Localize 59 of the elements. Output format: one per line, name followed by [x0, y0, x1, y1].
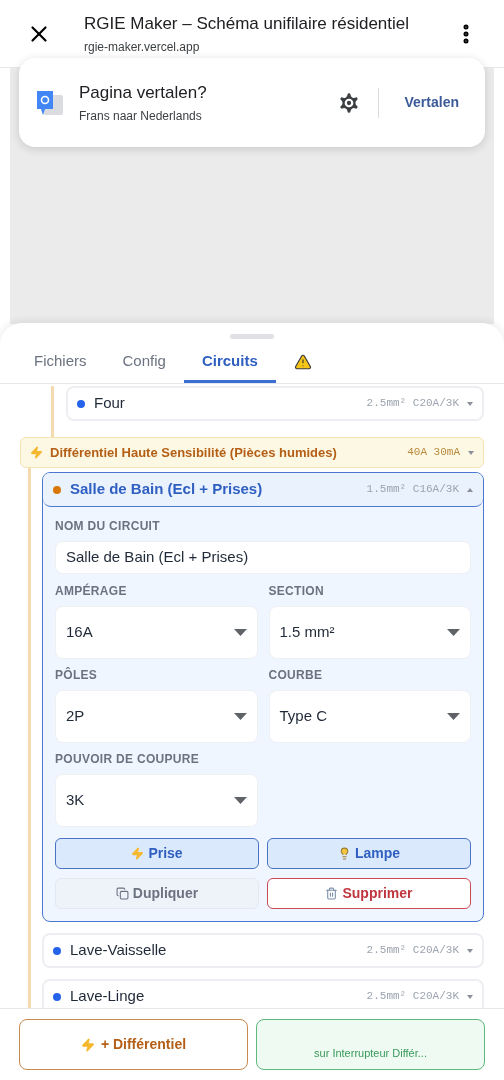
field-label: POUVOIR DE COUPURE [55, 751, 201, 768]
expand-caret-icon [467, 994, 473, 999]
dropdown-arrow-icon [233, 713, 247, 720]
circuit-name: Salle de Bain (Ecl + Prises) [70, 479, 263, 500]
page-title: RGIE Maker – Schéma unifilaire résidentiel [84, 12, 411, 35]
field-label: SECTION [268, 583, 325, 600]
differential-rating: 40A 30mA [407, 445, 460, 461]
circuit-row[interactable]: Four 2.5mm² C20A/3K [66, 386, 484, 421]
action-button[interactable]: Prise [55, 838, 259, 869]
select-field[interactable]: 2P [55, 690, 258, 743]
circuit-row[interactable]: Lave-Vaisselle 2.5mm² C20A/3K [42, 933, 484, 968]
translate-icon [35, 88, 63, 117]
collapse-caret-icon [467, 487, 473, 492]
circuit-specs: 2.5mm² C20A/3K [366, 396, 459, 412]
differential-name: Différentiel Haute Sensibilité (Pièces humides) [50, 443, 337, 462]
trash-icon [325, 887, 339, 900]
expand-caret-icon [467, 948, 473, 953]
select-field[interactable]: 1.5 mm² [268, 606, 471, 659]
circuit-specs: 1.5mm² C16A/3K [366, 482, 459, 498]
select-field[interactable]: 3K [55, 774, 258, 827]
duplicate-icon [115, 887, 129, 900]
lightning-icon [131, 847, 145, 860]
field-label: NOM DU CIRCUIT [55, 518, 161, 535]
expand-caret-icon [468, 450, 474, 455]
add-switch-button[interactable]: sur Interrupteur Différ... [256, 1019, 485, 1070]
dropdown-arrow-icon [233, 797, 247, 804]
dropdown-arrow-icon [447, 629, 460, 636]
dropdown-arrow-icon [233, 629, 247, 636]
tab[interactable]: Circuits [183, 343, 276, 383]
circuit-name: Lave-Linge [70, 986, 145, 1007]
expand-caret-icon [467, 401, 473, 406]
circuit-specs: 2.5mm² C20A/3K [366, 989, 459, 1005]
page-url: rgie-maker.vercel.app [84, 39, 201, 57]
action-button[interactable]: Dupliquer [55, 878, 259, 909]
field-label: COURBE [268, 667, 324, 684]
lightning-icon [80, 1037, 95, 1052]
translate-subtitle: Frans naar Nederlands [79, 108, 203, 126]
select-field[interactable]: Type C [268, 690, 471, 743]
circuit-card[interactable]: Salle de Bain (Ecl + Prises) 1.5mm² C16A/3K NOM DU CIRCUIT Salle de Bain (Ecl + Prises) AMPÉRAGE 16A SECTION 1.5 mm² PÔLES 2P COURBE Type C POUVOIR DE COUPURE 3K Prise Lampe Dupliquer Supprimer [42, 472, 484, 922]
field-label: AMPÉRAGE [55, 582, 128, 600]
select-field[interactable]: 16A [55, 606, 258, 659]
circuit-row[interactable]: Lave-Linge 2.5mm² C20A/3K [42, 979, 484, 1008]
tab[interactable]: Config [104, 343, 184, 383]
drag-handle[interactable] [230, 334, 274, 339]
warning-icon [293, 352, 312, 371]
translate-title: Pagina vertalen? [79, 81, 208, 104]
circuit-name: Lave-Vaisselle [70, 940, 167, 961]
action-button[interactable]: Supprimer [267, 878, 471, 909]
lightning-icon [30, 446, 43, 459]
circuit-specs: 2.5mm² C20A/3K [366, 943, 459, 959]
tab[interactable]: Fichiers [16, 343, 105, 383]
differential-header[interactable]: Différentiel Haute Sensibilité (Pièces humides) 40A 30mA [20, 437, 484, 468]
name-input[interactable]: Salle de Bain (Ecl + Prises) [55, 541, 471, 574]
add-differential-button[interactable]: + Différentiel [19, 1019, 248, 1070]
circuit-name: Four [94, 393, 125, 414]
translate-button[interactable]: Vertalen [394, 86, 469, 119]
action-button[interactable]: Lampe [267, 838, 471, 869]
field-label: PÔLES [55, 666, 99, 684]
dropdown-arrow-icon [447, 713, 460, 720]
